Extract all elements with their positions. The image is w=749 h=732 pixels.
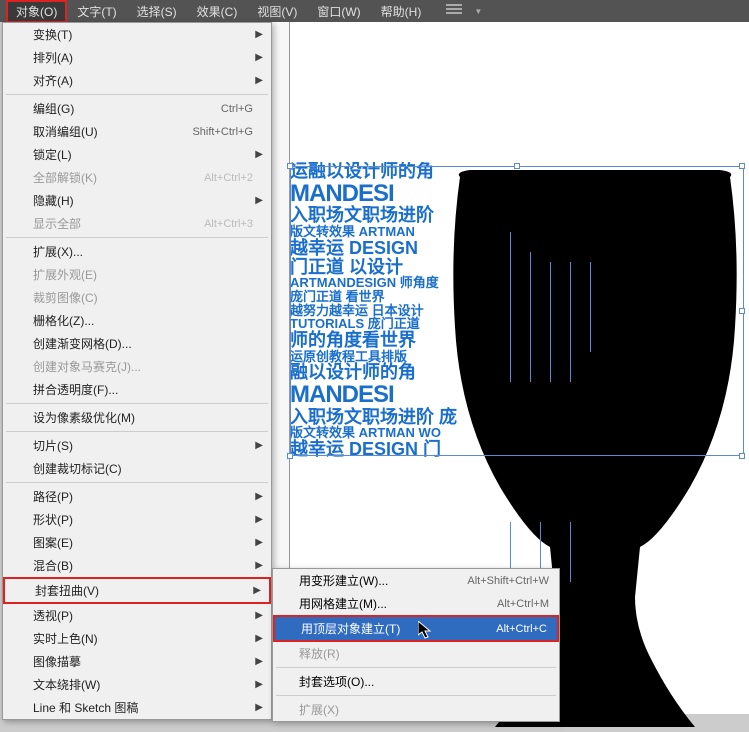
submenu-arrow-icon: ▶: [255, 679, 263, 690]
submenu-arrow-icon: ▶: [255, 75, 263, 86]
submenu-arrow-icon: ▶: [255, 610, 263, 621]
menu-item[interactable]: 取消编组(U)Shift+Ctrl+G: [3, 120, 271, 143]
submenu-item[interactable]: 用顶层对象建立(T)Alt+Ctrl+C: [273, 615, 559, 642]
menu-type[interactable]: 文字(T): [67, 0, 126, 23]
submenu-item[interactable]: 用变形建立(W)...Alt+Shift+Ctrl+W: [273, 569, 559, 592]
menu-item[interactable]: Line 和 Sketch 图稿▶: [3, 696, 271, 719]
menubar: 对象(O) 文字(T) 选择(S) 效果(C) 视图(V) 窗口(W) 帮助(H…: [0, 0, 749, 22]
submenu-arrow-icon: ▶: [255, 560, 263, 571]
menu-help[interactable]: 帮助(H): [371, 0, 432, 23]
submenu-arrow-icon: ▶: [255, 514, 263, 525]
submenu-arrow-icon: ▶: [255, 149, 263, 160]
menu-item[interactable]: 实时上色(N)▶: [3, 627, 271, 650]
menu-item: 显示全部Alt+Ctrl+3: [3, 212, 271, 235]
menu-item[interactable]: 混合(B)▶: [3, 554, 271, 577]
menu-item[interactable]: 路径(P)▶: [3, 485, 271, 508]
menu-item[interactable]: 创建裁切标记(C): [3, 457, 271, 480]
menu-item[interactable]: 排列(A)▶: [3, 46, 271, 69]
envelope-submenu: 用变形建立(W)...Alt+Shift+Ctrl+W用网格建立(M)...Al…: [272, 568, 560, 722]
submenu-item: 扩展(X): [273, 698, 559, 721]
menu-item: 扩展外观(E): [3, 263, 271, 286]
submenu-arrow-icon: ▶: [255, 491, 263, 502]
handle[interactable]: [739, 453, 745, 459]
submenu-item[interactable]: 封套选项(O)...: [273, 670, 559, 693]
submenu-arrow-icon: ▶: [255, 195, 263, 206]
submenu-arrow-icon: ▶: [255, 52, 263, 63]
menu-select[interactable]: 选择(S): [127, 0, 187, 23]
handle[interactable]: [514, 163, 520, 169]
chevron-down-icon[interactable]: ▼: [474, 7, 482, 16]
submenu-arrow-icon: ▶: [255, 537, 263, 548]
menu-item[interactable]: 图案(E)▶: [3, 531, 271, 554]
menu-item[interactable]: 切片(S)▶: [3, 434, 271, 457]
submenu-arrow-icon: ▶: [255, 633, 263, 644]
menu-item: 创建对象马赛克(J)...: [3, 355, 271, 378]
menu-item[interactable]: 形状(P)▶: [3, 508, 271, 531]
menubar-icons: ▼: [446, 4, 482, 18]
menu-item[interactable]: 透视(P)▶: [3, 604, 271, 627]
menu-item[interactable]: 图像描摹▶: [3, 650, 271, 673]
menu-item[interactable]: 拼合透明度(F)...: [3, 378, 271, 401]
menu-item[interactable]: 创建渐变网格(D)...: [3, 332, 271, 355]
menu-item: 全部解锁(K)Alt+Ctrl+2: [3, 166, 271, 189]
menu-item[interactable]: 变换(T)▶: [3, 23, 271, 46]
menu-item[interactable]: 隐藏(H)▶: [3, 189, 271, 212]
align-icon[interactable]: [446, 4, 462, 18]
object-menu-dropdown: 变换(T)▶排列(A)▶对齐(A)▶ 编组(G)Ctrl+G取消编组(U)Shif…: [2, 22, 272, 720]
handle[interactable]: [739, 308, 745, 314]
menu-item: 裁剪图像(C): [3, 286, 271, 309]
submenu-arrow-icon: ▶: [255, 702, 263, 713]
submenu-arrow-icon: ▶: [255, 440, 263, 451]
submenu-item[interactable]: 用网格建立(M)...Alt+Ctrl+M: [273, 592, 559, 615]
selection-box: [290, 166, 744, 456]
handle[interactable]: [287, 163, 293, 169]
menu-item[interactable]: 锁定(L)▶: [3, 143, 271, 166]
menu-effect[interactable]: 效果(C): [187, 0, 248, 23]
menu-object[interactable]: 对象(O): [6, 0, 67, 23]
submenu-item: 释放(R): [273, 642, 559, 665]
submenu-arrow-icon: ▶: [255, 29, 263, 40]
menu-item[interactable]: 扩展(X)...: [3, 240, 271, 263]
menu-window[interactable]: 窗口(W): [307, 0, 370, 23]
menu-view[interactable]: 视图(V): [247, 0, 307, 23]
menu-item[interactable]: 封套扭曲(V)▶: [3, 577, 271, 604]
menu-item[interactable]: 栅格化(Z)...: [3, 309, 271, 332]
menu-item[interactable]: 对齐(A)▶: [3, 69, 271, 92]
menu-item[interactable]: 文本绕排(W)▶: [3, 673, 271, 696]
handle[interactable]: [739, 163, 745, 169]
handle[interactable]: [287, 453, 293, 459]
submenu-arrow-icon: ▶: [253, 585, 261, 596]
submenu-arrow-icon: ▶: [255, 656, 263, 667]
menu-item[interactable]: 编组(G)Ctrl+G: [3, 97, 271, 120]
menu-item[interactable]: 设为像素级优化(M): [3, 406, 271, 429]
